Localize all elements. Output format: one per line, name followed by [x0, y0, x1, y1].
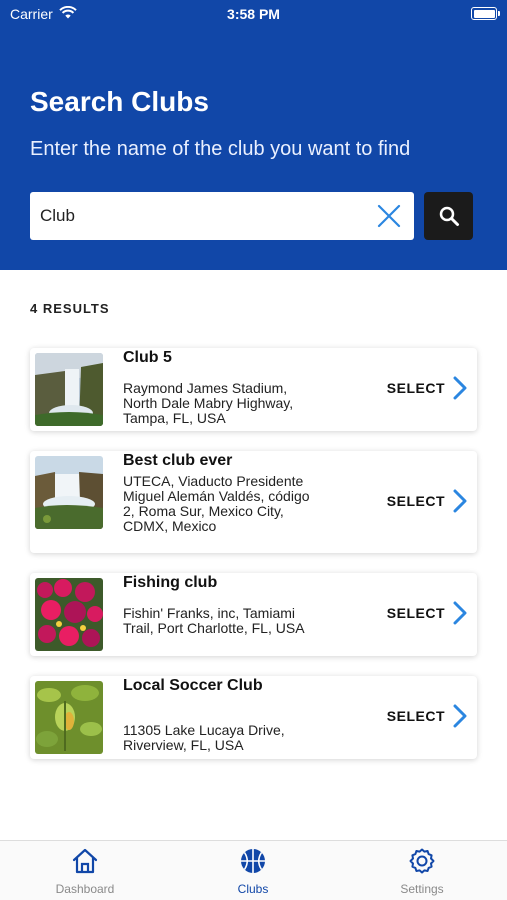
chevron-right-icon [453, 704, 467, 728]
club-card[interactable]: Local Soccer Club 11305 Lake Lucaya Driv… [30, 676, 477, 759]
battery-icon [471, 7, 500, 20]
tab-label: Dashboard [55, 882, 115, 896]
status-bar: Carrier 3:58 PM [0, 0, 507, 28]
gear-icon [409, 848, 435, 874]
select-label: SELECT [386, 380, 445, 396]
club-address: Fishin' Franks, inc, Tamiami Trail, Port… [123, 605, 305, 636]
search-field [30, 192, 414, 240]
search-input[interactable] [40, 192, 370, 240]
club-name: Best club ever [123, 452, 233, 469]
clear-search-button[interactable] [376, 203, 402, 229]
club-address: UTECA, Viaducto Presidente Miguel Alemán… [123, 473, 310, 534]
club-card[interactable]: Fishing club Fishin' Franks, inc, Tamiam… [30, 573, 477, 656]
select-club-button[interactable]: SELECT [387, 489, 467, 513]
club-thumbnail [35, 578, 103, 651]
club-address: Raymond James Stadium, North Dale Mabry … [123, 380, 294, 426]
status-time: 3:58 PM [227, 6, 280, 22]
page-subtitle: Enter the name of the club you want to f… [30, 138, 411, 160]
search-button[interactable] [424, 192, 473, 240]
tab-settings[interactable]: Settings [362, 847, 482, 896]
basketball-icon [241, 849, 265, 873]
select-club-button[interactable]: SELECT [387, 376, 467, 400]
select-club-button[interactable]: SELECT [387, 704, 467, 728]
select-label: SELECT [386, 708, 445, 724]
club-thumbnail [35, 456, 103, 529]
tab-clubs[interactable]: Clubs [193, 847, 313, 896]
club-name: Fishing club [123, 574, 218, 591]
page-title: Search Clubs [30, 86, 209, 117]
club-card[interactable]: Best club ever UTECA, Viaducto President… [30, 451, 477, 553]
results-count: 4 RESULTS [30, 301, 110, 316]
select-club-button[interactable]: SELECT [387, 601, 467, 625]
tab-bar: Dashboard Clubs Settings [0, 840, 507, 900]
club-name: Club 5 [123, 349, 172, 366]
close-icon [377, 204, 401, 228]
club-name: Local Soccer Club [123, 677, 263, 694]
select-label: SELECT [386, 605, 445, 621]
tab-label: Clubs [237, 882, 269, 896]
chevron-right-icon [453, 376, 467, 400]
club-thumbnail [35, 681, 103, 754]
chevron-right-icon [453, 489, 467, 513]
chevron-right-icon [453, 601, 467, 625]
tab-dashboard[interactable]: Dashboard [25, 847, 145, 896]
club-card[interactable]: Club 5 Raymond James Stadium, North Dale… [30, 348, 477, 431]
club-address: 11305 Lake Lucaya Drive, Riverview, FL, … [123, 722, 285, 753]
search-icon [439, 206, 459, 226]
home-icon [72, 848, 98, 874]
header: Carrier 3:58 PM Search Clubs Enter the n… [0, 0, 507, 270]
club-thumbnail [35, 353, 103, 426]
select-label: SELECT [386, 493, 445, 509]
tab-label: Settings [400, 882, 444, 896]
